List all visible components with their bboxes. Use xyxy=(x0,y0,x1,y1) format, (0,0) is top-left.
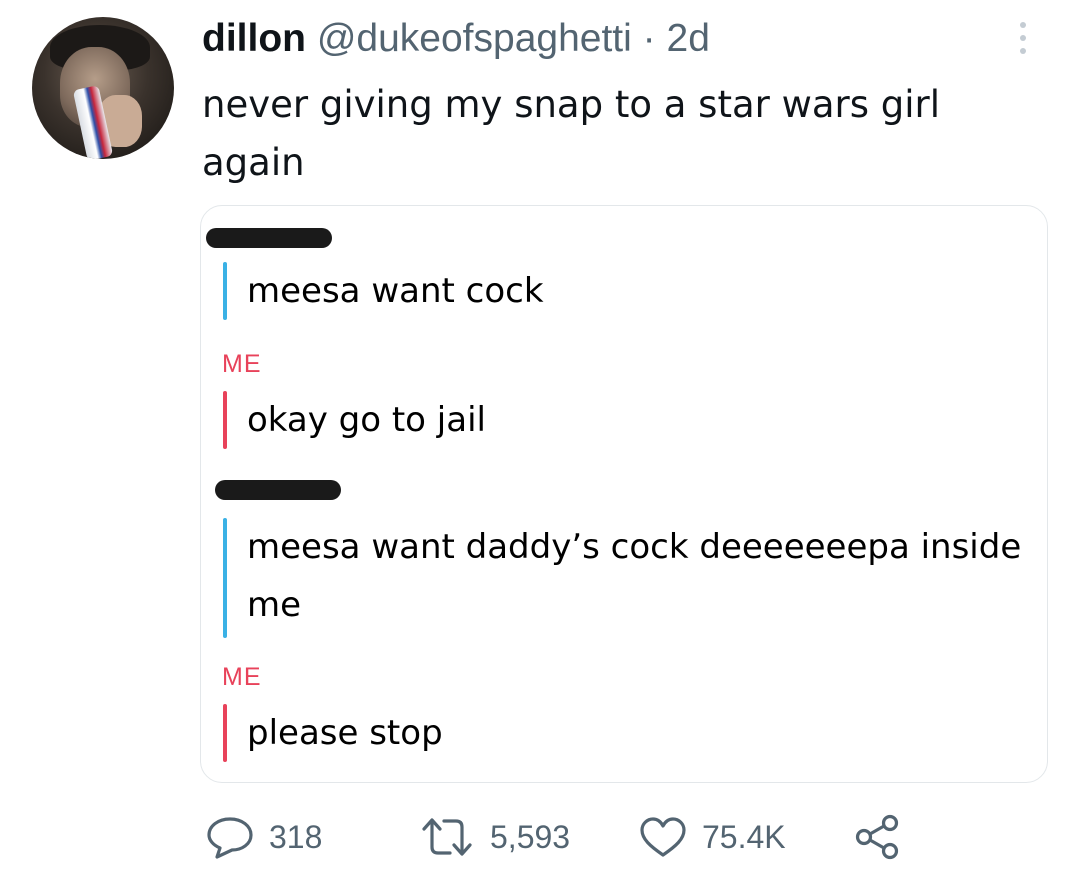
redacted-name-bar xyxy=(206,228,332,248)
attached-image-card[interactable]: meesa want cock ME okay go to jail meesa… xyxy=(200,205,1048,783)
retweet-button[interactable]: 5,593 xyxy=(418,812,570,862)
tweet-timestamp[interactable]: 2d xyxy=(667,17,710,60)
chat-message: meesa want cock xyxy=(247,271,544,311)
reply-count: 318 xyxy=(269,818,323,855)
heart-icon xyxy=(640,817,686,857)
author-name[interactable]: dillon xyxy=(202,17,306,60)
more-dot xyxy=(1020,22,1026,28)
like-count: 75.4K xyxy=(702,818,786,855)
share-icon xyxy=(855,814,899,860)
avatar[interactable] xyxy=(32,17,174,159)
reply-button[interactable]: 318 xyxy=(205,812,322,862)
more-dot xyxy=(1020,35,1026,41)
tweet-actions: 318 5,593 75.4K xyxy=(0,812,1080,862)
chat-message: please stop xyxy=(247,713,443,753)
redacted-name-bar xyxy=(215,480,341,500)
author-handle[interactable]: @dukeofspaghetti xyxy=(317,17,632,60)
like-button[interactable]: 75.4K xyxy=(638,812,786,862)
friend-message-bar xyxy=(223,518,227,638)
chat-message: okay go to jail xyxy=(247,400,486,440)
more-vertical-icon[interactable] xyxy=(1018,22,1028,54)
header-separator: · xyxy=(642,17,656,60)
tweet-text: never giving my snap to a star wars girl… xyxy=(202,83,941,184)
tweet-header: dillon @dukeofspaghetti · 2d xyxy=(202,14,710,64)
chat-message: meesa want daddy’s cock deeeeeeepa insid… xyxy=(247,527,1022,625)
sender-label-me: ME xyxy=(222,663,262,691)
reply-icon xyxy=(207,817,253,859)
me-message-bar xyxy=(223,391,227,449)
retweet-count: 5,593 xyxy=(490,818,571,855)
retweet-icon xyxy=(422,818,472,856)
share-button[interactable] xyxy=(852,812,902,862)
friend-message-bar xyxy=(223,262,227,320)
more-dot xyxy=(1020,48,1026,54)
sender-label-me: ME xyxy=(222,350,262,378)
me-message-bar xyxy=(223,704,227,762)
